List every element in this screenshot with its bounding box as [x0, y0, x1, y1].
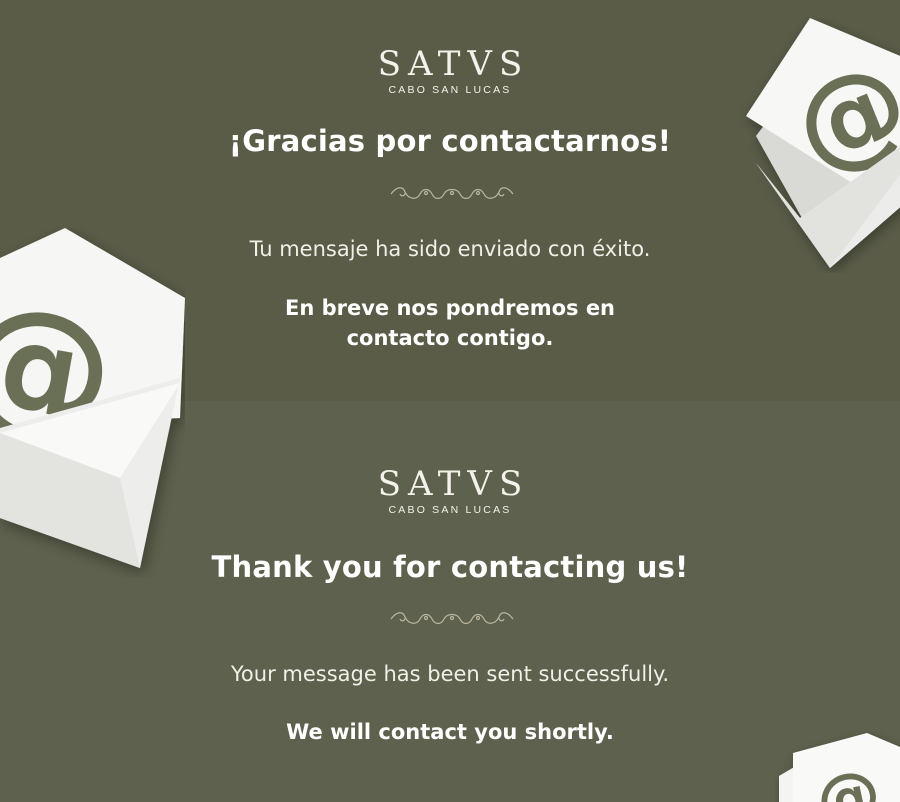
envelope-at-icon: @ — [746, 18, 900, 268]
envelope-at-icon: @ — [779, 733, 900, 802]
envelope-at-icon: @ — [0, 228, 185, 568]
followup-message: We will contact you shortly. — [286, 720, 614, 744]
flourish-divider-icon — [390, 187, 514, 200]
success-message: Your message has been sent successfully. — [230, 662, 670, 686]
flourish-divider-icon — [390, 612, 514, 625]
